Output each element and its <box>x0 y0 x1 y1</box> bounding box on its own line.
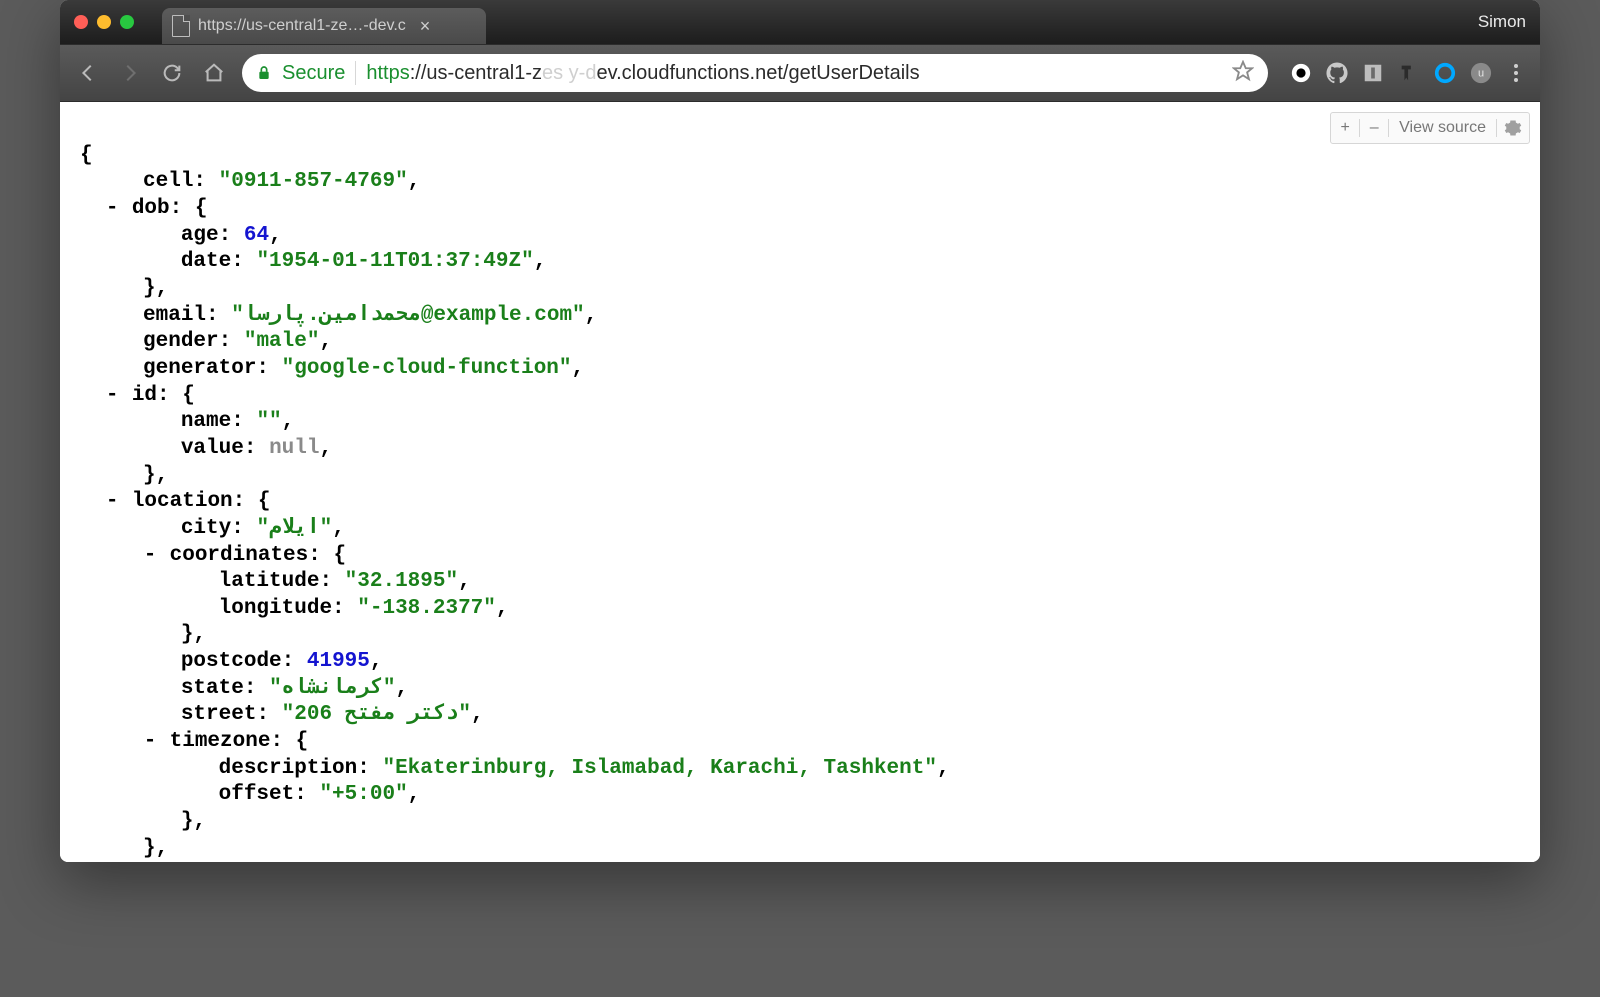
address-bar[interactable]: Secure https://us-central1-zes y-dev.clo… <box>242 54 1268 92</box>
json-key: location: <box>132 490 245 513</box>
close-tab-button[interactable]: × <box>420 16 431 37</box>
extension-ring-icon[interactable] <box>1434 62 1456 84</box>
omnibox-separator <box>355 61 356 85</box>
json-string: "google-cloud-function" <box>282 357 572 380</box>
browser-menu-button[interactable] <box>1506 64 1526 82</box>
json-string: "0911-857-4769" <box>219 170 408 193</box>
json-string: "" <box>256 410 281 433</box>
tab-title: https://us-central1-ze…-dev.c <box>198 17 406 35</box>
collapse-all-button[interactable]: – <box>1360 119 1389 137</box>
forward-button[interactable] <box>116 59 144 87</box>
json-key: generator: <box>143 357 269 380</box>
collapse-toggle[interactable]: - <box>143 729 157 756</box>
file-icon <box>172 15 190 37</box>
json-number: 64 <box>244 224 269 247</box>
json-key: description: <box>219 757 370 780</box>
svg-text:u: u <box>1478 68 1484 80</box>
traffic-lights <box>74 15 134 29</box>
browser-toolbar: Secure https://us-central1-zes y-dev.clo… <box>60 44 1540 102</box>
extension-u-icon[interactable]: u <box>1470 62 1492 84</box>
json-key: longitude: <box>219 597 345 620</box>
json-viewer-toolbar: + – View source <box>1330 112 1530 144</box>
json-string: "Ekaterinburg, Islamabad, Karachi, Tashk… <box>382 757 937 780</box>
url-text: https://us-central1-zes y-dev.cloudfunct… <box>366 62 919 85</box>
window-titlebar: https://us-central1-ze…-dev.c × Simon <box>60 0 1540 44</box>
lock-icon <box>256 64 272 82</box>
json-key: street: <box>181 703 269 726</box>
extension-box-icon[interactable] <box>1362 62 1384 84</box>
json-key: date: <box>181 250 244 273</box>
collapse-toggle[interactable]: - <box>105 196 119 223</box>
browser-tab[interactable]: https://us-central1-ze…-dev.c × <box>162 8 486 44</box>
json-key: gender: <box>143 330 231 353</box>
json-key: state: <box>181 677 257 700</box>
json-number: 41995 <box>307 650 370 673</box>
json-key: id: <box>132 384 170 407</box>
profile-name[interactable]: Simon <box>1478 12 1526 32</box>
collapse-toggle[interactable]: - <box>105 383 119 410</box>
json-key: postcode: <box>181 650 294 673</box>
json-key: coordinates: <box>170 544 321 567</box>
extension-brush-icon[interactable] <box>1398 62 1420 84</box>
collapse-toggle[interactable]: - <box>105 489 119 516</box>
maximize-window-button[interactable] <box>120 15 134 29</box>
view-source-button[interactable]: View source <box>1389 119 1497 137</box>
secure-label: Secure <box>282 62 345 85</box>
json-null: null <box>269 437 319 460</box>
home-button[interactable] <box>200 59 228 87</box>
json-key: offset: <box>219 783 307 806</box>
json-key: timezone: <box>170 730 283 753</box>
minimize-window-button[interactable] <box>97 15 111 29</box>
json-key: city: <box>181 517 244 540</box>
json-key: email: <box>143 304 219 327</box>
reload-button[interactable] <box>158 59 186 87</box>
json-string: "-138.2377" <box>357 597 496 620</box>
json-key: age: <box>181 224 231 247</box>
json-string: "32.1895" <box>345 570 458 593</box>
json-string: "کرمانشاه" <box>269 677 395 700</box>
json-key: name: <box>181 410 244 433</box>
extension-circle-icon[interactable] <box>1290 62 1312 84</box>
json-string: "محمدامین.پارسا@example.com" <box>231 304 584 327</box>
extension-icons: u <box>1290 62 1526 84</box>
bookmark-star-icon[interactable] <box>1232 60 1254 87</box>
json-string: "male" <box>244 330 320 353</box>
github-icon[interactable] <box>1326 62 1348 84</box>
expand-all-button[interactable]: + <box>1331 119 1360 137</box>
json-string: "206 دکتر مفتح" <box>282 703 471 726</box>
browser-window: https://us-central1-ze…-dev.c × Simon Se… <box>60 0 1540 862</box>
json-key: value: <box>181 437 257 460</box>
collapse-toggle[interactable]: - <box>143 543 157 570</box>
back-button[interactable] <box>74 59 102 87</box>
close-window-button[interactable] <box>74 15 88 29</box>
viewer-settings-button[interactable] <box>1497 113 1529 143</box>
json-key: latitude: <box>219 570 332 593</box>
json-string: "1954-01-11T01:37:49Z" <box>256 250 533 273</box>
json-string: "ایلام" <box>256 517 332 540</box>
json-viewer: { cell: "0911-857-4769", - dob: { age: 6… <box>60 102 1540 862</box>
json-key: dob: <box>132 197 182 220</box>
page-content: + – View source { cell: "0911-857-4769",… <box>60 102 1540 862</box>
json-string: "+5:00" <box>319 783 407 806</box>
json-key: cell: <box>143 170 206 193</box>
